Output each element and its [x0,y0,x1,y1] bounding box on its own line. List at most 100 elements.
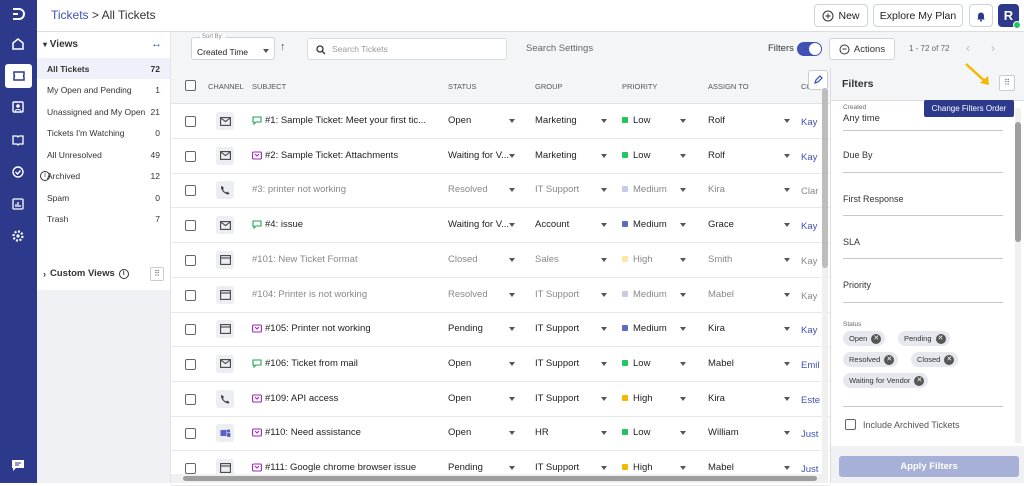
row-checkbox[interactable] [185,289,196,301]
status-select[interactable]: Pending [448,323,483,334]
assignee-select[interactable]: Rolf [708,150,725,161]
group-select[interactable]: Marketing [535,150,577,161]
status-select[interactable]: Closed [448,254,478,265]
contact-link[interactable]: Este [801,395,820,406]
assignee-select[interactable]: Kira [708,393,725,404]
col-group[interactable]: GROUP [535,82,563,91]
app-logo-icon[interactable] [8,4,28,24]
sort-by-select[interactable]: Created Time [191,37,275,60]
view-item[interactable]: All Unresolved 49 [37,144,170,165]
contacts-icon[interactable] [8,97,28,117]
status-chip[interactable]: Pending ✕ [898,331,950,346]
status-select[interactable]: Resolved [448,184,488,195]
priority-dropdown-icon[interactable] [680,361,686,366]
priority-select[interactable]: Low [622,358,650,369]
row-checkbox[interactable] [185,220,196,232]
group-select[interactable]: IT Support [535,289,579,300]
view-item[interactable]: My Open and Pending 1 [37,80,170,101]
ticket-subject-link[interactable]: #105: Printer not working [252,323,438,334]
priority-select[interactable]: Medium [622,184,667,195]
row-checkbox[interactable] [185,463,196,474]
drag-handle-icon[interactable]: ⠿ [150,267,164,281]
priority-dropdown-icon[interactable] [680,431,686,436]
knowledge-base-icon[interactable] [8,130,28,150]
priority-select[interactable]: High [622,462,653,473]
assignee-select[interactable]: Mabel [708,289,734,300]
col-subject[interactable]: SUBJECT [252,82,286,91]
search-settings-link[interactable]: Search Settings [526,43,593,54]
status-dropdown-icon[interactable] [509,188,515,193]
priority-dropdown-icon[interactable] [680,153,686,158]
ticket-subject-link[interactable]: #4: issue [252,219,438,230]
col-assign-to[interactable]: ASSIGN TO [708,82,749,91]
row-checkbox[interactable] [185,254,196,266]
assignee-select[interactable]: Grace [708,219,734,230]
group-select[interactable]: IT Support [535,323,579,334]
group-select[interactable]: IT Support [535,184,579,195]
table-row[interactable]: #105: Printer not working Pending IT Suppo… [171,312,830,348]
priority-select[interactable]: Medium [622,219,667,230]
actions-button[interactable]: Actions [829,38,895,60]
row-checkbox[interactable] [185,428,196,440]
group-dropdown-icon[interactable] [601,292,607,297]
ticket-subject-link[interactable]: #3: printer not working [252,184,438,195]
view-item[interactable]: Trash 7 [37,209,170,230]
status-chip[interactable]: Waiting for Vendor ✕ [843,373,929,388]
priority-dropdown-icon[interactable] [680,327,686,332]
status-dropdown-icon[interactable] [509,361,515,366]
next-page-icon[interactable]: › [991,41,995,55]
contact-link[interactable]: Kay [801,117,817,128]
ticket-subject-link[interactable]: #1: Sample Ticket: Meet your first tic..… [252,115,438,126]
assignee-dropdown-icon[interactable] [784,396,790,401]
search-tickets-input[interactable]: Search Tickets [307,38,507,60]
edit-columns-button[interactable] [808,70,828,90]
status-select[interactable]: Open [448,427,471,438]
contact-link[interactable]: Kay [801,221,817,232]
settings-gear-icon[interactable] [8,226,28,246]
assignee-dropdown-icon[interactable] [784,257,790,262]
priority-dropdown-icon[interactable] [680,292,686,297]
home-icon[interactable] [8,34,28,54]
remove-chip-icon[interactable]: ✕ [884,354,895,365]
custom-views-header[interactable]: › Custom Views i [43,268,129,279]
status-select[interactable]: Resolved [448,289,488,300]
view-item[interactable]: Archived i 12 [37,166,170,187]
remove-chip-icon[interactable]: ✕ [914,375,925,386]
group-dropdown-icon[interactable] [601,223,607,228]
assignee-dropdown-icon[interactable] [784,466,790,470]
group-dropdown-icon[interactable] [601,119,607,123]
row-checkbox[interactable] [185,185,196,197]
table-row[interactable]: #109: API access Open IT Support High Kira Es… [171,382,830,417]
col-priority[interactable]: PRIORITY [622,82,657,91]
ticket-subject-link[interactable]: #110: Need assistance [252,427,438,438]
group-dropdown-icon[interactable] [601,361,607,366]
priority-dropdown-icon[interactable] [680,257,686,262]
status-chip[interactable]: Open ✕ [843,331,886,346]
contact-link[interactable]: Kay [801,256,817,267]
group-dropdown-icon[interactable] [601,153,607,158]
row-checkbox[interactable] [185,324,196,336]
status-dropdown-icon[interactable] [509,431,515,436]
group-dropdown-icon[interactable] [601,466,607,470]
notifications-button[interactable] [969,4,993,27]
assignee-select[interactable]: Mabel [708,462,734,473]
priority-dropdown-icon[interactable] [680,396,686,401]
status-dropdown-icon[interactable] [509,257,515,262]
assignee-select[interactable]: William [708,427,739,438]
group-dropdown-icon[interactable] [601,188,607,193]
status-chip[interactable]: Resolved ✕ [843,352,899,367]
assignee-select[interactable]: Kira [708,184,725,195]
status-dropdown-icon[interactable] [509,396,515,401]
filters-toggle[interactable] [797,42,822,56]
reports-icon[interactable] [8,194,28,214]
tickets-nav-icon[interactable] [5,64,32,88]
table-horizontal-scrollbar[interactable] [171,474,822,483]
assignee-select[interactable]: Smith [708,254,732,265]
apply-filters-button[interactable]: Apply Filters [839,456,1019,477]
breadcrumb-tickets-link[interactable]: Tickets [51,8,89,22]
group-dropdown-icon[interactable] [601,257,607,262]
views-header[interactable]: ▾ Views [43,39,78,50]
table-row[interactable]: #104: Printer is not working Resolved IT S… [171,278,830,313]
priority-dropdown-icon[interactable] [680,466,686,470]
priority-dropdown-icon[interactable] [680,188,686,193]
